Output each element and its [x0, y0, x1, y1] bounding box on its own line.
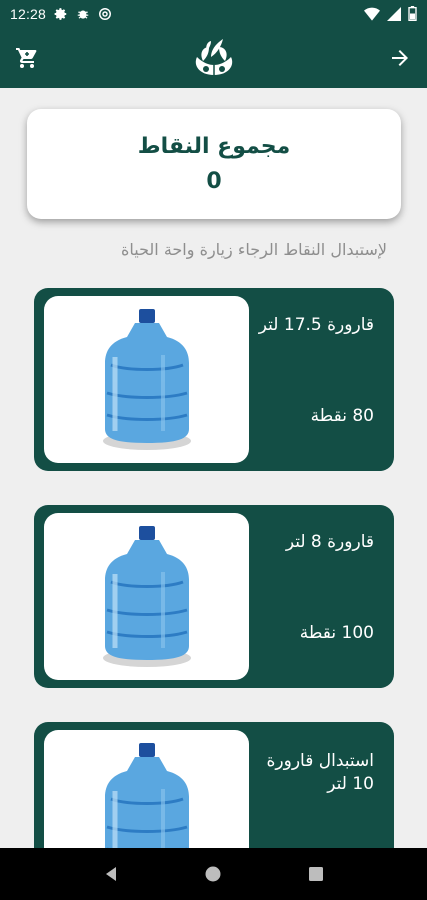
bug-icon — [76, 7, 90, 21]
recents-icon[interactable] — [301, 859, 331, 889]
at-sign-icon — [98, 7, 112, 21]
product-name: قارورة 17.5 لتر — [258, 315, 374, 335]
home-icon[interactable] — [198, 859, 228, 889]
product-card[interactable]: قارورة 8 لتر 100 نقطة — [34, 505, 394, 688]
arrow-right-icon[interactable] — [387, 45, 413, 71]
wifi-icon — [364, 7, 380, 21]
product-points: 100 نقطة — [299, 623, 374, 643]
water-jug-icon — [97, 520, 197, 674]
cart-icon[interactable] — [14, 45, 40, 71]
app-bar — [0, 27, 427, 88]
signal-icon — [387, 6, 401, 21]
product-card[interactable]: قارورة 17.5 لتر 80 نقطة — [34, 288, 394, 471]
points-value: 0 — [206, 169, 222, 194]
leaf-logo-icon — [189, 35, 239, 81]
product-image — [44, 513, 249, 680]
system-nav-bar — [0, 848, 427, 900]
back-icon[interactable] — [96, 859, 126, 889]
product-points: 80 نقطة — [310, 406, 374, 426]
status-bar: 12:28 — [0, 0, 427, 27]
gear-icon — [54, 7, 68, 21]
points-card: مجموع النقاط 0 — [27, 109, 401, 219]
product-name: قارورة 8 لتر — [285, 532, 374, 552]
product-image — [44, 296, 249, 463]
redeem-hint: لإستبدال النقاط الرجاء زيارة واحة الحياة — [121, 240, 387, 259]
battery-icon — [408, 6, 417, 21]
points-title: مجموع النقاط — [137, 134, 291, 159]
status-time: 12:28 — [10, 5, 47, 22]
product-name: استبدال قارورة 10 لتر — [266, 751, 374, 794]
water-jug-icon — [97, 303, 197, 457]
